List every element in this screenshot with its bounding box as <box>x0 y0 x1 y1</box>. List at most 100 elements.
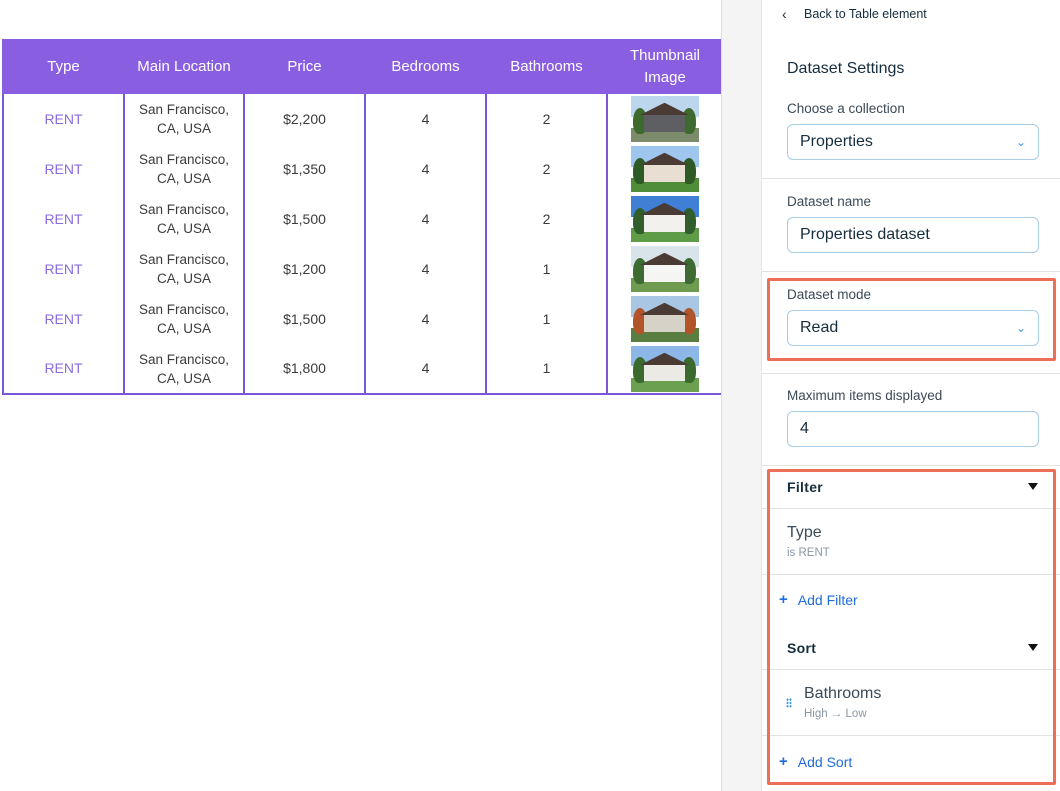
house-thumbnail-image[interactable] <box>630 345 699 392</box>
dataset-settings-panel: ‹ Back to Table element Dataset Settings… <box>761 0 1060 791</box>
chevron-down-icon: ⌄ <box>1015 135 1026 149</box>
cell-bedrooms: 4 <box>364 194 487 244</box>
filter-item-condition: is RENT <box>787 547 830 559</box>
house-thumbnail-image[interactable] <box>630 296 699 342</box>
table-row[interactable]: RENT San Francisco, CA, USA $1,800 4 1 <box>2 344 723 395</box>
dataset-name-label: Dataset name <box>787 194 872 209</box>
header-bedrooms[interactable]: Bedrooms <box>364 39 486 94</box>
collapse-triangle-icon[interactable] <box>1028 644 1038 651</box>
cell-price: $1,800 <box>243 344 366 395</box>
chevron-down-icon: ⌄ <box>1015 321 1026 335</box>
max-items-value: 4 <box>800 420 809 437</box>
house-thumbnail-image[interactable] <box>630 196 699 242</box>
cell-location: San Francisco, CA, USA <box>123 294 245 344</box>
collapse-triangle-icon[interactable] <box>1028 483 1038 490</box>
chevron-left-icon: ‹ <box>782 6 787 22</box>
house-thumbnail-image[interactable] <box>630 246 699 292</box>
cell-bathrooms: 1 <box>485 294 608 344</box>
sort-item-direction: High → Low <box>804 708 867 720</box>
header-thumbnail-image[interactable]: Thumbnail Image <box>606 39 722 94</box>
add-filter-label: Add Filter <box>797 591 858 608</box>
max-items-label: Maximum items displayed <box>787 388 943 403</box>
dataset-mode-value: Read <box>800 319 839 336</box>
cell-price: $1,500 <box>243 194 366 244</box>
editor-canvas: Type Main Location Price Bedrooms Bathro… <box>0 0 723 791</box>
panel-title: Dataset Settings <box>787 60 905 77</box>
cell-bedrooms: 4 <box>364 244 487 294</box>
cell-location: San Francisco, CA, USA <box>123 144 245 194</box>
dataset-mode-dropdown[interactable]: Read ⌄ <box>787 310 1039 346</box>
cell-location: San Francisco, CA, USA <box>123 244 245 294</box>
table-row[interactable]: RENT San Francisco, CA, USA $2,200 4 2 <box>2 94 723 144</box>
cell-type: RENT <box>2 294 125 344</box>
cell-location: San Francisco, CA, USA <box>123 94 245 144</box>
header-main-location[interactable]: Main Location <box>123 39 244 94</box>
table-header-row: Type Main Location Price Bedrooms Bathro… <box>2 39 722 94</box>
divider <box>762 178 1060 179</box>
divider <box>762 373 1060 374</box>
divider <box>762 735 1060 736</box>
cell-bathrooms: 1 <box>485 244 608 294</box>
table-row[interactable]: RENT San Francisco, CA, USA $1,350 4 2 <box>2 144 723 194</box>
table-row[interactable]: RENT San Francisco, CA, USA $1,500 4 1 <box>2 294 723 344</box>
table-row[interactable]: RENT San Francisco, CA, USA $1,500 4 2 <box>2 194 723 244</box>
cell-type: RENT <box>2 144 125 194</box>
dataset-name-value: Properties dataset <box>800 226 930 243</box>
filter-sort-highlight-box <box>767 469 1056 785</box>
sort-section-header[interactable]: Sort <box>787 640 816 656</box>
cell-thumbnail <box>606 144 723 194</box>
cell-location: San Francisco, CA, USA <box>123 194 245 244</box>
back-label: Back to Table element <box>804 7 927 21</box>
header-bathrooms[interactable]: Bathrooms <box>485 39 607 94</box>
cell-price: $1,200 <box>243 244 366 294</box>
cell-bedrooms: 4 <box>364 344 487 395</box>
cell-thumbnail <box>606 294 723 344</box>
dataset-name-input[interactable]: Properties dataset <box>787 217 1039 253</box>
cell-bedrooms: 4 <box>364 144 487 194</box>
house-thumbnail-image[interactable] <box>630 146 699 192</box>
panel-gutter <box>721 0 761 791</box>
max-items-input[interactable]: 4 <box>787 411 1039 447</box>
cell-bathrooms: 2 <box>485 144 608 194</box>
plus-icon: + <box>779 591 788 608</box>
add-filter-button[interactable]: + Add Filter <box>779 591 858 608</box>
header-type[interactable]: Type <box>2 39 124 94</box>
drag-handle-icon[interactable] <box>786 698 792 708</box>
collection-value: Properties <box>800 133 873 150</box>
cell-price: $2,200 <box>243 94 366 144</box>
cell-location: San Francisco, CA, USA <box>123 344 245 395</box>
divider <box>762 669 1060 670</box>
cell-thumbnail <box>606 344 723 395</box>
cell-bathrooms: 2 <box>485 194 608 244</box>
cell-type: RENT <box>2 194 125 244</box>
table-row[interactable]: RENT San Francisco, CA, USA $1,200 4 1 <box>2 244 723 294</box>
collection-label: Choose a collection <box>787 101 905 116</box>
collection-dropdown[interactable]: Properties ⌄ <box>787 124 1039 160</box>
cell-thumbnail <box>606 244 723 294</box>
cell-type: RENT <box>2 344 125 395</box>
cell-price: $1,350 <box>243 144 366 194</box>
filter-section-header[interactable]: Filter <box>787 479 823 495</box>
sort-item-title[interactable]: Bathrooms <box>804 685 881 703</box>
table-body: RENT San Francisco, CA, USA $2,200 4 2 RENT Sa… <box>2 94 723 395</box>
divider <box>762 508 1060 509</box>
cell-bedrooms: 4 <box>364 94 487 144</box>
cell-type: RENT <box>2 94 125 144</box>
cell-thumbnail <box>606 194 723 244</box>
divider <box>762 574 1060 575</box>
house-thumbnail-image[interactable] <box>630 96 699 142</box>
cell-type: RENT <box>2 244 125 294</box>
plus-icon: + <box>779 753 788 770</box>
filter-item-title[interactable]: Type <box>787 524 822 542</box>
properties-table[interactable]: Type Main Location Price Bedrooms Bathro… <box>2 39 723 395</box>
add-sort-label: Add Sort <box>797 753 853 770</box>
cell-bathrooms: 2 <box>485 94 608 144</box>
divider <box>762 271 1060 272</box>
divider <box>762 465 1060 466</box>
cell-price: $1,500 <box>243 294 366 344</box>
dataset-mode-label: Dataset mode <box>787 287 872 302</box>
add-sort-button[interactable]: + Add Sort <box>779 753 852 770</box>
back-to-table-link[interactable]: ‹ Back to Table element <box>782 5 927 23</box>
cell-bathrooms: 1 <box>485 344 608 395</box>
header-price[interactable]: Price <box>243 39 365 94</box>
